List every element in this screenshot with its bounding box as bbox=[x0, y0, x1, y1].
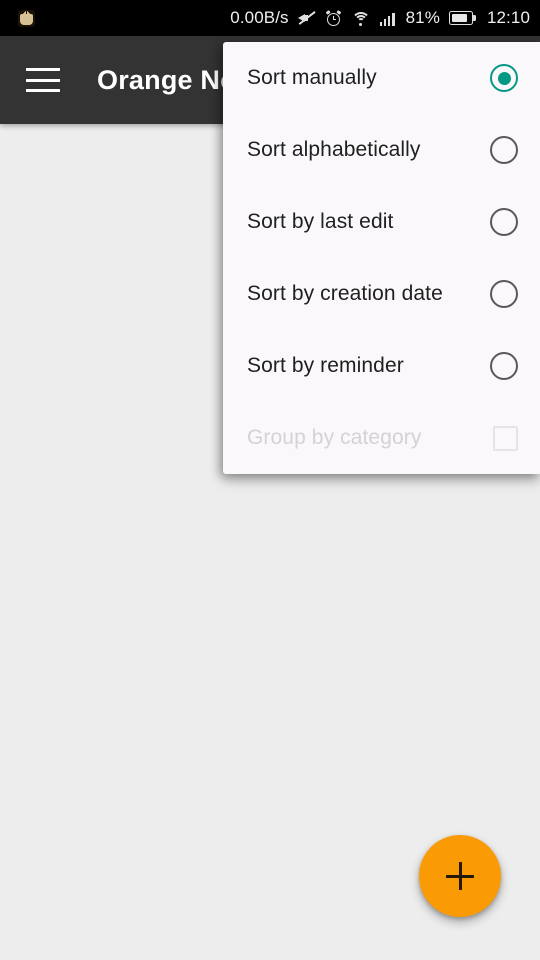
clock-text: 12:10 bbox=[486, 8, 530, 27]
plus-icon bbox=[446, 862, 474, 890]
menu-item-sort-by-reminder[interactable]: Sort by reminder bbox=[223, 330, 540, 402]
radio-button-unselected[interactable] bbox=[490, 208, 518, 236]
menu-item-label: Sort by last edit bbox=[247, 210, 394, 233]
phone-screen: 0.00B/s 81% 12:10 Orange Notes Sort manu… bbox=[0, 0, 540, 960]
menu-item-label: Sort by reminder bbox=[247, 354, 404, 377]
battery-percent-text: 81% bbox=[405, 8, 440, 27]
menu-item-sort-by-last-edit[interactable]: Sort by last edit bbox=[223, 186, 540, 258]
cat-app-icon bbox=[18, 9, 35, 27]
battery-icon bbox=[448, 11, 476, 25]
status-bar-right: 0.00B/s 81% 12:10 bbox=[230, 8, 530, 28]
radio-button-unselected[interactable] bbox=[490, 136, 518, 164]
checkbox-unchecked bbox=[493, 425, 518, 451]
menu-item-sort-by-creation-date[interactable]: Sort by creation date bbox=[223, 258, 540, 330]
menu-item-label: Sort manually bbox=[247, 66, 377, 89]
signal-bars-icon bbox=[379, 10, 397, 26]
add-note-fab[interactable] bbox=[419, 835, 501, 917]
network-speed-text: 0.00B/s bbox=[230, 8, 289, 27]
menu-item-label: Group by category bbox=[247, 426, 422, 449]
mute-speaker-icon bbox=[297, 10, 316, 26]
wifi-icon bbox=[351, 10, 371, 26]
hamburger-menu-icon[interactable] bbox=[26, 68, 60, 92]
menu-item-group-by-category: Group by category bbox=[223, 402, 540, 474]
menu-item-label: Sort alphabetically bbox=[247, 138, 421, 161]
radio-button-unselected[interactable] bbox=[490, 280, 518, 308]
menu-item-sort-alphabetically[interactable]: Sort alphabetically bbox=[223, 114, 540, 186]
menu-item-sort-manually[interactable]: Sort manually bbox=[223, 42, 540, 114]
radio-button-selected[interactable] bbox=[490, 64, 518, 92]
radio-button-unselected[interactable] bbox=[490, 352, 518, 380]
status-bar-left bbox=[10, 9, 35, 27]
alarm-clock-icon bbox=[325, 9, 342, 27]
status-bar: 0.00B/s 81% 12:10 bbox=[0, 0, 540, 36]
sort-options-popup-menu: Sort manually Sort alphabetically Sort by … bbox=[223, 42, 540, 474]
menu-item-label: Sort by creation date bbox=[247, 282, 443, 305]
